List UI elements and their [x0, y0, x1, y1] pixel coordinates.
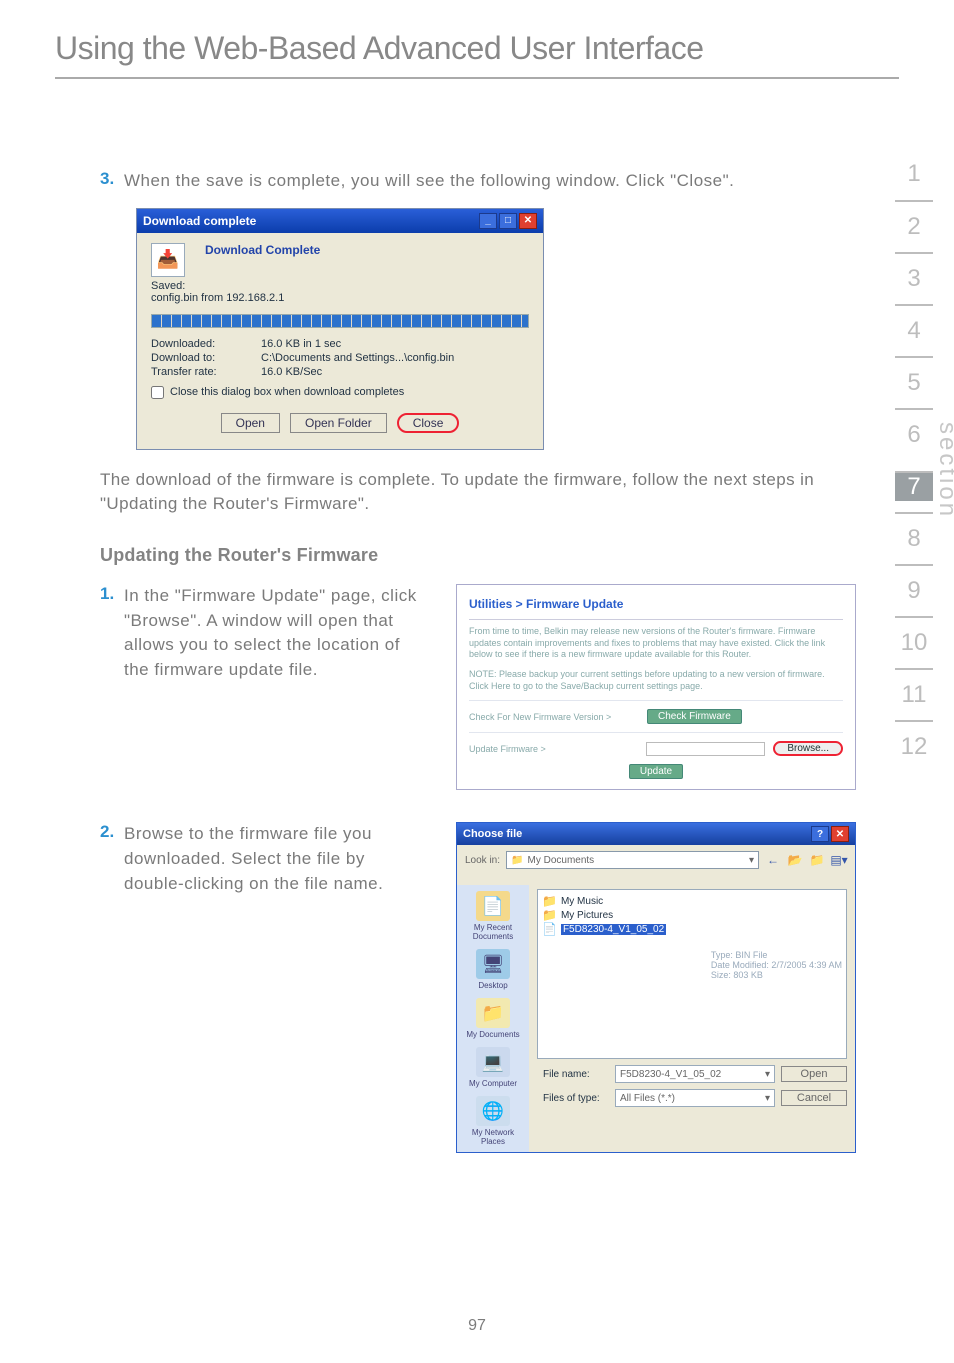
step-1-number: 1.	[100, 584, 124, 683]
download-icon: 📥	[151, 243, 185, 277]
close-when-done-label: Close this dialog box when download comp…	[170, 386, 404, 398]
lookin-select[interactable]: 📁 My Documents ▾	[506, 851, 759, 869]
download-complete-dialog: Download complete _ □ ✕ 📥 Download Compl…	[136, 208, 544, 450]
section-tab-1[interactable]: 1	[895, 148, 933, 200]
downloadto-value: C:\Documents and Settings...\config.bin	[261, 352, 529, 364]
file-dialog: Choose file ? ✕ Look in: 📁 My Documents …	[456, 822, 856, 1153]
section-nav: 1 2 3 4 5 6 7 8 9 10 11 12	[895, 148, 933, 772]
download-complete-paragraph: The download of the firmware is complete…	[100, 468, 884, 517]
firmware-note: NOTE: Please backup your current setting…	[469, 669, 843, 692]
section-tab-12[interactable]: 12	[895, 720, 933, 772]
download-complete-heading: Download Complete	[205, 243, 320, 257]
maximize-icon[interactable]: □	[499, 213, 517, 229]
open-file-button[interactable]: Open	[781, 1066, 847, 1082]
back-icon[interactable]: ←	[765, 852, 781, 868]
progress-bar	[151, 314, 529, 328]
folder-my-pictures[interactable]: 📁My Pictures	[542, 908, 842, 922]
places-bar: 📄My Recent Documents 🖥Desktop 📁My Docume…	[457, 885, 529, 1152]
place-computer[interactable]: 💻My Computer	[466, 1047, 520, 1088]
place-documents[interactable]: 📁My Documents	[466, 998, 520, 1039]
section-tab-6[interactable]: 6	[895, 408, 933, 460]
section-tab-2[interactable]: 2	[895, 200, 933, 252]
cancel-button[interactable]: Cancel	[781, 1090, 847, 1106]
breadcrumb: Utilities > Firmware Update	[469, 595, 843, 620]
views-icon[interactable]: ▤▾	[831, 852, 847, 868]
step-2-text: Browse to the firmware file you download…	[124, 822, 430, 896]
file-type-label: Files of type:	[537, 1093, 609, 1104]
section-label: section	[933, 422, 954, 519]
firmware-path-input[interactable]	[646, 742, 765, 756]
place-desktop[interactable]: 🖥Desktop	[466, 949, 520, 990]
step-1-text: In the "Firmware Update" page, click "Br…	[124, 584, 430, 683]
file-firmware-bin[interactable]: 📄F5D8230-4_V1_05_02	[542, 922, 842, 936]
check-firmware-label: Check For New Firmware Version >	[469, 712, 639, 722]
open-button[interactable]: Open	[221, 413, 280, 433]
file-name-label: File name:	[537, 1069, 609, 1080]
firmware-description: From time to time, Belkin may release ne…	[469, 626, 843, 661]
section-tab-3[interactable]: 3	[895, 252, 933, 304]
update-firmware-label: Update Firmware >	[469, 744, 638, 754]
step-3-number: 3.	[100, 169, 124, 194]
close-button[interactable]: Close	[397, 413, 460, 433]
newfolder-icon[interactable]: 📁	[809, 852, 825, 868]
close-when-done-checkbox[interactable]	[151, 386, 164, 399]
file-type-field[interactable]: All Files (*.*)▾	[615, 1089, 775, 1107]
close-icon[interactable]: ✕	[519, 213, 537, 229]
up-icon[interactable]: 📂	[787, 852, 803, 868]
downloaded-label: Downloaded:	[151, 338, 261, 350]
browse-button[interactable]: Browse...	[773, 741, 843, 756]
folder-my-music[interactable]: 📁My Music	[542, 894, 842, 908]
minimize-icon[interactable]: _	[479, 213, 497, 229]
transfer-label: Transfer rate:	[151, 366, 261, 378]
saved-value: config.bin from 192.168.2.1	[151, 292, 284, 304]
file-list[interactable]: 📁My Music 📁My Pictures 📄F5D8230-4_V1_05_…	[537, 889, 847, 1059]
dialog-title: Download complete	[143, 214, 256, 228]
lookin-label: Look in:	[465, 855, 500, 866]
section-tab-5[interactable]: 5	[895, 356, 933, 408]
update-button[interactable]: Update	[629, 764, 683, 779]
open-folder-button[interactable]: Open Folder	[290, 413, 387, 433]
section-tab-11[interactable]: 11	[895, 668, 933, 720]
file-name-field[interactable]: F5D8230-4_V1_05_02▾	[615, 1065, 775, 1083]
section-tab-8[interactable]: 8	[895, 512, 933, 564]
downloaded-value: 16.0 KB in 1 sec	[261, 338, 529, 350]
step-2-number: 2.	[100, 822, 124, 896]
help-icon[interactable]: ?	[811, 826, 829, 842]
file-dialog-title: Choose file	[463, 828, 522, 840]
section-tab-10[interactable]: 10	[895, 616, 933, 668]
firmware-update-panel: Utilities > Firmware Update From time to…	[456, 584, 856, 790]
updating-firmware-heading: Updating the Router's Firmware	[100, 545, 884, 566]
place-network[interactable]: 🌐My Network Places	[466, 1096, 520, 1146]
file-tooltip: Type: BIN File Date Modified: 2/7/2005 4…	[711, 950, 842, 980]
section-tab-7[interactable]: 7	[895, 471, 933, 501]
downloadto-label: Download to:	[151, 352, 261, 364]
lookin-value: My Documents	[527, 855, 594, 866]
place-recent[interactable]: 📄My Recent Documents	[466, 891, 520, 941]
page-number: 97	[0, 1317, 954, 1335]
check-firmware-button[interactable]: Check Firmware	[647, 709, 742, 724]
step-3-text: When the save is complete, you will see …	[124, 169, 734, 194]
section-tab-9[interactable]: 9	[895, 564, 933, 616]
transfer-value: 16.0 KB/Sec	[261, 366, 529, 378]
page-title: Using the Web-Based Advanced User Interf…	[55, 30, 899, 79]
file-dialog-close-icon[interactable]: ✕	[831, 826, 849, 842]
saved-label: Saved:	[151, 280, 185, 292]
section-tab-4[interactable]: 4	[895, 304, 933, 356]
